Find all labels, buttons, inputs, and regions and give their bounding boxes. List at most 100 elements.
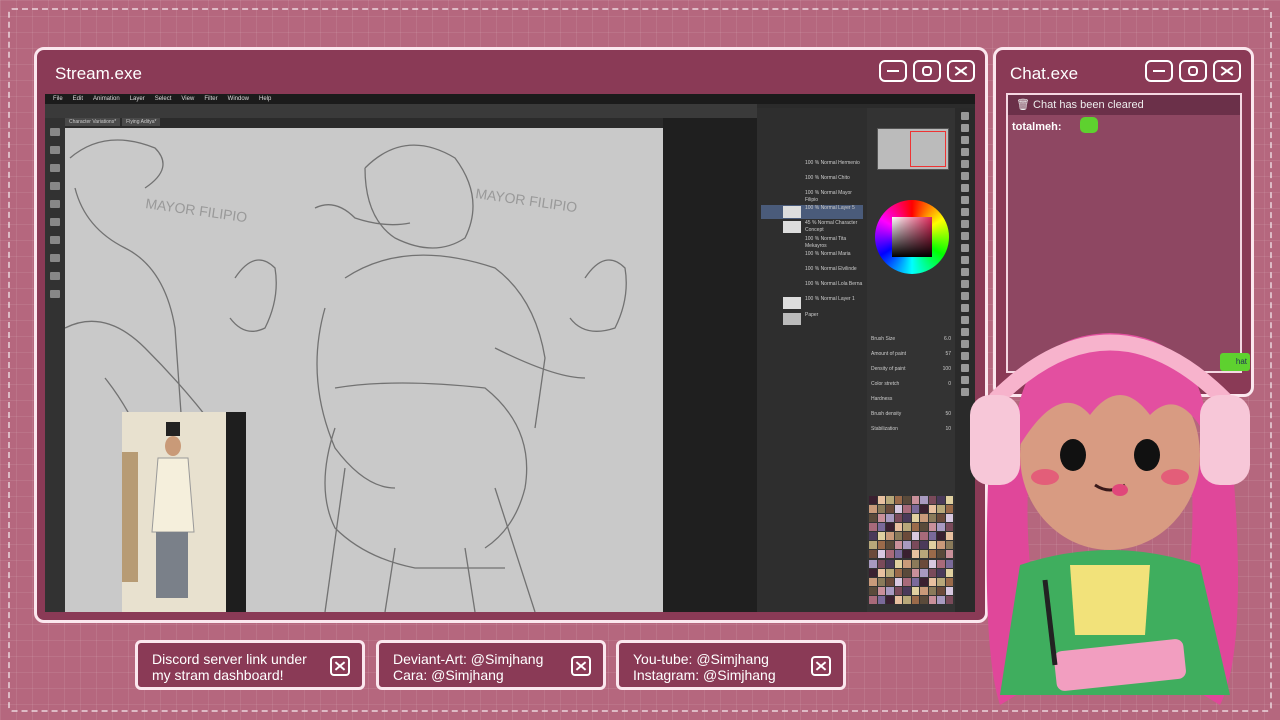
color-swatch[interactable] <box>869 532 877 541</box>
color-swatch[interactable] <box>894 550 902 559</box>
color-swatch[interactable] <box>911 568 919 577</box>
color-swatch[interactable] <box>928 532 936 541</box>
color-swatch[interactable] <box>903 496 911 504</box>
color-swatch[interactable] <box>945 577 953 586</box>
color-swatch[interactable] <box>945 523 953 532</box>
tool-icon[interactable] <box>961 220 969 228</box>
color-swatch[interactable] <box>928 595 936 604</box>
deviantart-link-box[interactable]: Deviant-Art: @Simjhang Cara: @Simjhang <box>376 640 606 690</box>
color-swatch[interactable] <box>920 559 928 568</box>
color-swatch[interactable] <box>869 550 877 559</box>
color-swatch[interactable] <box>903 505 911 514</box>
tool-prop-row[interactable]: Stabilization 10 <box>871 426 951 441</box>
color-swatch[interactable] <box>903 541 911 550</box>
color-swatch[interactable] <box>886 532 894 541</box>
tool-icon[interactable] <box>961 148 969 156</box>
color-swatch[interactable] <box>877 532 885 541</box>
color-swatch[interactable] <box>894 541 902 550</box>
color-swatch[interactable] <box>886 595 894 604</box>
color-swatch[interactable] <box>869 595 877 604</box>
color-swatch[interactable] <box>894 568 902 577</box>
color-swatch[interactable] <box>877 577 885 586</box>
tool-prop-row[interactable]: Hardness <box>871 396 951 411</box>
tool-prop-row[interactable]: Color stretch 0 <box>871 381 951 396</box>
color-swatch[interactable] <box>928 505 936 514</box>
tool-icon[interactable] <box>961 184 969 192</box>
tool-icon[interactable] <box>961 208 969 216</box>
color-swatch[interactable] <box>886 541 894 550</box>
color-swatch[interactable] <box>894 496 902 504</box>
color-swatch[interactable] <box>937 568 945 577</box>
tool-prop-row[interactable]: Brush Size 6.0 <box>871 336 951 351</box>
color-swatch[interactable] <box>928 550 936 559</box>
color-swatch[interactable] <box>945 568 953 577</box>
color-swatch[interactable] <box>911 550 919 559</box>
tool-icon[interactable] <box>961 244 969 252</box>
color-swatch[interactable] <box>894 586 902 595</box>
menu-file[interactable]: File <box>53 94 63 104</box>
tool-prop-row[interactable]: Brush density 50 <box>871 411 951 426</box>
color-swatch[interactable] <box>928 568 936 577</box>
close-icon[interactable] <box>330 656 350 676</box>
maximize-icon[interactable] <box>1179 60 1207 82</box>
color-swatch[interactable] <box>869 523 877 532</box>
color-swatch[interactable] <box>920 505 928 514</box>
color-swatch[interactable] <box>945 505 953 514</box>
color-swatch[interactable] <box>911 541 919 550</box>
youtube-link-box[interactable]: You-tube: @Simjhang Instagram: @Simjhang <box>616 640 846 690</box>
tool-icon[interactable] <box>961 160 969 168</box>
color-swatch[interactable] <box>869 514 877 523</box>
color-swatch[interactable] <box>911 595 919 604</box>
layer-item-selected[interactable]: 100 % Normal Layer 5 <box>761 205 863 219</box>
color-swatch[interactable] <box>894 523 902 532</box>
layer-item[interactable]: 100 % Normal Elvilinde <box>761 266 863 280</box>
discord-link-box[interactable]: Discord server link under my stram dashb… <box>135 640 365 690</box>
tool-icon[interactable] <box>50 218 60 226</box>
layer-item[interactable]: 100 % Normal Tita Mekayros <box>761 236 863 250</box>
tool-icon[interactable] <box>961 280 969 288</box>
color-swatch[interactable] <box>945 514 953 523</box>
color-swatch[interactable] <box>894 559 902 568</box>
color-history-palette[interactable] <box>869 496 953 604</box>
color-swatch[interactable] <box>877 550 885 559</box>
tool-icon[interactable] <box>961 172 969 180</box>
color-swatch[interactable] <box>920 550 928 559</box>
tool-icon[interactable] <box>50 254 60 262</box>
color-swatch[interactable] <box>937 541 945 550</box>
color-swatch[interactable] <box>869 577 877 586</box>
color-swatch[interactable] <box>911 586 919 595</box>
menu-select[interactable]: Select <box>155 94 172 104</box>
color-swatch[interactable] <box>886 586 894 595</box>
color-swatch[interactable] <box>886 577 894 586</box>
color-swatch[interactable] <box>937 550 945 559</box>
color-swatch[interactable] <box>937 559 945 568</box>
color-swatch[interactable] <box>877 559 885 568</box>
color-swatch[interactable] <box>869 505 877 514</box>
navigator-preview[interactable] <box>877 128 949 170</box>
color-swatch[interactable] <box>911 514 919 523</box>
color-swatch[interactable] <box>945 595 953 604</box>
color-swatch[interactable] <box>886 568 894 577</box>
color-swatch[interactable] <box>911 532 919 541</box>
menu-animation[interactable]: Animation <box>93 94 120 104</box>
color-swatch[interactable] <box>903 577 911 586</box>
color-swatch[interactable] <box>937 505 945 514</box>
color-swatch[interactable] <box>937 595 945 604</box>
drawing-canvas[interactable]: MAYOR FILIPIO MAYOR FILIPIO <box>65 128 663 612</box>
color-swatch[interactable] <box>928 559 936 568</box>
color-swatch[interactable] <box>911 559 919 568</box>
menu-help[interactable]: Help <box>259 94 271 104</box>
color-swatch[interactable] <box>869 496 877 504</box>
color-swatch[interactable] <box>886 550 894 559</box>
color-swatch[interactable] <box>920 595 928 604</box>
menu-filter[interactable]: Filter <box>204 94 217 104</box>
menu-edit[interactable]: Edit <box>73 94 83 104</box>
color-swatch[interactable] <box>945 496 953 504</box>
color-swatch[interactable] <box>920 577 928 586</box>
color-swatch[interactable] <box>903 595 911 604</box>
menu-view[interactable]: View <box>181 94 194 104</box>
tool-icon[interactable] <box>961 292 969 300</box>
layer-item[interactable]: 100 % Normal Mayor Filipio <box>761 190 863 204</box>
color-swatch[interactable] <box>920 568 928 577</box>
color-swatch[interactable] <box>877 505 885 514</box>
